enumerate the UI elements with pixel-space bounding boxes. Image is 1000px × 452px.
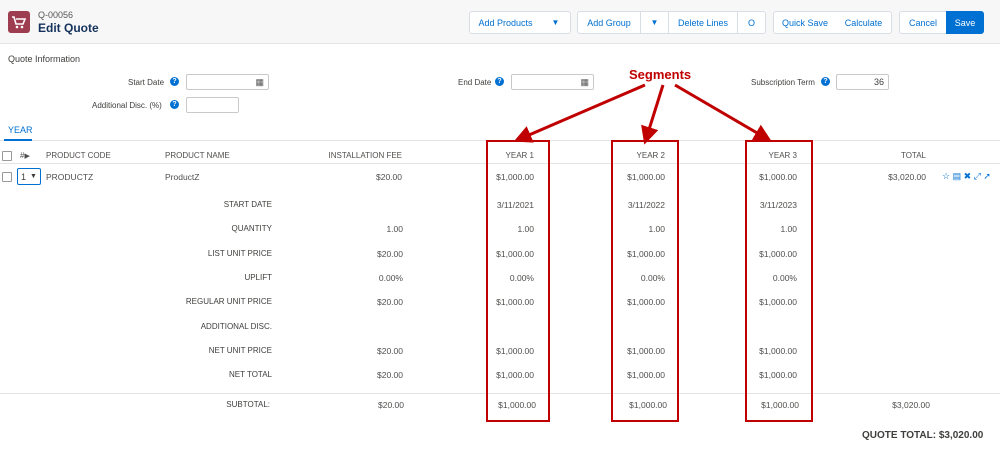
arrow-to-year-1 — [513, 83, 646, 143]
annotation-arrows — [513, 83, 772, 145]
arrow-to-year-3 — [674, 83, 772, 142]
arrow-to-year-2 — [641, 84, 665, 145]
